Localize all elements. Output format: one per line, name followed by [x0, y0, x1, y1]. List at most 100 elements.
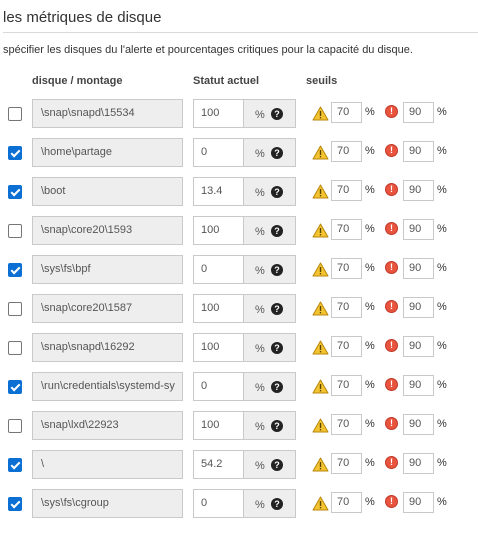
critical-unit-label: % [437, 184, 447, 196]
warning-threshold-input[interactable]: 70 [331, 258, 362, 279]
critical-threshold-input[interactable]: 90 [403, 219, 434, 240]
disk-row: \snap\snapd\15534 100 % ? 70 % ! 90 % [0, 99, 478, 129]
page-title: les métriques de disque [3, 9, 162, 26]
disk-row: \snap\core20\1587 100 % ? 70 % ! 90 % [0, 294, 478, 324]
warning-triangle-icon [312, 340, 329, 355]
warning-unit-label: % [365, 301, 375, 313]
disk-enable-checkbox[interactable] [8, 185, 22, 199]
warning-unit-label: % [365, 106, 375, 118]
disk-enable-checkbox[interactable] [8, 419, 22, 433]
question-circle-icon[interactable]: ? [271, 420, 283, 432]
disk-enable-checkbox[interactable] [8, 107, 22, 121]
current-status-field: 100 [193, 294, 243, 323]
warning-unit-label: % [365, 496, 375, 508]
status-unit-addon: % ? [243, 489, 296, 518]
column-header-status: Statut actuel [193, 75, 260, 87]
warning-unit-label: % [365, 418, 375, 430]
mount-path-field: \ [32, 450, 183, 479]
warning-threshold-input[interactable]: 70 [331, 453, 362, 474]
critical-circle-icon: ! [385, 222, 398, 235]
status-unit-label: % [255, 109, 265, 121]
warning-unit-label: % [365, 145, 375, 157]
critical-circle-icon: ! [385, 378, 398, 391]
status-unit-label: % [255, 382, 265, 394]
mount-path-field: \home\partage [32, 138, 183, 167]
disk-row: \snap\lxd\22923 100 % ? 70 % ! 90 % [0, 411, 478, 441]
critical-unit-label: % [437, 340, 447, 352]
warning-threshold-input[interactable]: 70 [331, 219, 362, 240]
critical-threshold-input[interactable]: 90 [403, 453, 434, 474]
warning-threshold-input[interactable]: 70 [331, 336, 362, 357]
disk-enable-checkbox[interactable] [8, 341, 22, 355]
critical-circle-icon: ! [385, 261, 398, 274]
warning-unit-label: % [365, 223, 375, 235]
question-circle-icon[interactable]: ? [271, 303, 283, 315]
warning-triangle-icon [312, 496, 329, 511]
question-circle-icon[interactable]: ? [271, 498, 283, 510]
status-unit-label: % [255, 343, 265, 355]
question-circle-icon[interactable]: ? [271, 342, 283, 354]
status-unit-addon: % ? [243, 372, 296, 401]
disk-enable-checkbox[interactable] [8, 458, 22, 472]
mount-path-field: \sys\fs\cgroup [32, 489, 183, 518]
critical-threshold-input[interactable]: 90 [403, 375, 434, 396]
critical-circle-icon: ! [385, 183, 398, 196]
warning-threshold-input[interactable]: 70 [331, 492, 362, 513]
question-circle-icon[interactable]: ? [271, 381, 283, 393]
critical-threshold-input[interactable]: 90 [403, 258, 434, 279]
current-status-field: 0 [193, 489, 243, 518]
page-description: spécifier les disques du l'alerte et pou… [3, 44, 413, 56]
current-status-field: 100 [193, 411, 243, 440]
warning-triangle-icon [312, 418, 329, 433]
disk-row: \sys\fs\bpf 0 % ? 70 % ! 90 % [0, 255, 478, 285]
critical-unit-label: % [437, 496, 447, 508]
current-status-field: 100 [193, 99, 243, 128]
question-circle-icon[interactable]: ? [271, 108, 283, 120]
disk-enable-checkbox[interactable] [8, 380, 22, 394]
question-circle-icon[interactable]: ? [271, 186, 283, 198]
warning-triangle-icon [312, 223, 329, 238]
critical-unit-label: % [437, 262, 447, 274]
disk-enable-checkbox[interactable] [8, 263, 22, 277]
warning-threshold-input[interactable]: 70 [331, 141, 362, 162]
mount-path-field: \boot [32, 177, 183, 206]
disk-enable-checkbox[interactable] [8, 146, 22, 160]
critical-threshold-input[interactable]: 90 [403, 141, 434, 162]
status-unit-label: % [255, 460, 265, 472]
critical-threshold-input[interactable]: 90 [403, 297, 434, 318]
critical-unit-label: % [437, 145, 447, 157]
critical-threshold-input[interactable]: 90 [403, 102, 434, 123]
disk-enable-checkbox[interactable] [8, 224, 22, 238]
critical-circle-icon: ! [385, 495, 398, 508]
status-unit-addon: % ? [243, 255, 296, 284]
mount-path-field: \snap\lxd\22923 [32, 411, 183, 440]
disk-enable-checkbox[interactable] [8, 302, 22, 316]
question-circle-icon[interactable]: ? [271, 147, 283, 159]
question-circle-icon[interactable]: ? [271, 225, 283, 237]
critical-threshold-input[interactable]: 90 [403, 492, 434, 513]
warning-threshold-input[interactable]: 70 [331, 414, 362, 435]
critical-unit-label: % [437, 223, 447, 235]
question-circle-icon[interactable]: ? [271, 264, 283, 276]
status-unit-addon: % ? [243, 216, 296, 245]
question-circle-icon[interactable]: ? [271, 459, 283, 471]
mount-path-field: \snap\snapd\16292 [32, 333, 183, 362]
title-divider [3, 32, 478, 33]
warning-threshold-input[interactable]: 70 [331, 375, 362, 396]
disk-row: \boot 13.4 % ? 70 % ! 90 % [0, 177, 478, 207]
disk-row: \home\partage 0 % ? 70 % ! 90 % [0, 138, 478, 168]
warning-threshold-input[interactable]: 70 [331, 297, 362, 318]
mount-path-field: \snap\core20\1593 [32, 216, 183, 245]
status-unit-addon: % ? [243, 294, 296, 323]
status-unit-label: % [255, 226, 265, 238]
disk-enable-checkbox[interactable] [8, 497, 22, 511]
critical-circle-icon: ! [385, 300, 398, 313]
warning-unit-label: % [365, 457, 375, 469]
critical-circle-icon: ! [385, 417, 398, 430]
warning-threshold-input[interactable]: 70 [331, 180, 362, 201]
status-unit-label: % [255, 187, 265, 199]
critical-threshold-input[interactable]: 90 [403, 336, 434, 357]
critical-threshold-input[interactable]: 90 [403, 180, 434, 201]
critical-threshold-input[interactable]: 90 [403, 414, 434, 435]
warning-threshold-input[interactable]: 70 [331, 102, 362, 123]
